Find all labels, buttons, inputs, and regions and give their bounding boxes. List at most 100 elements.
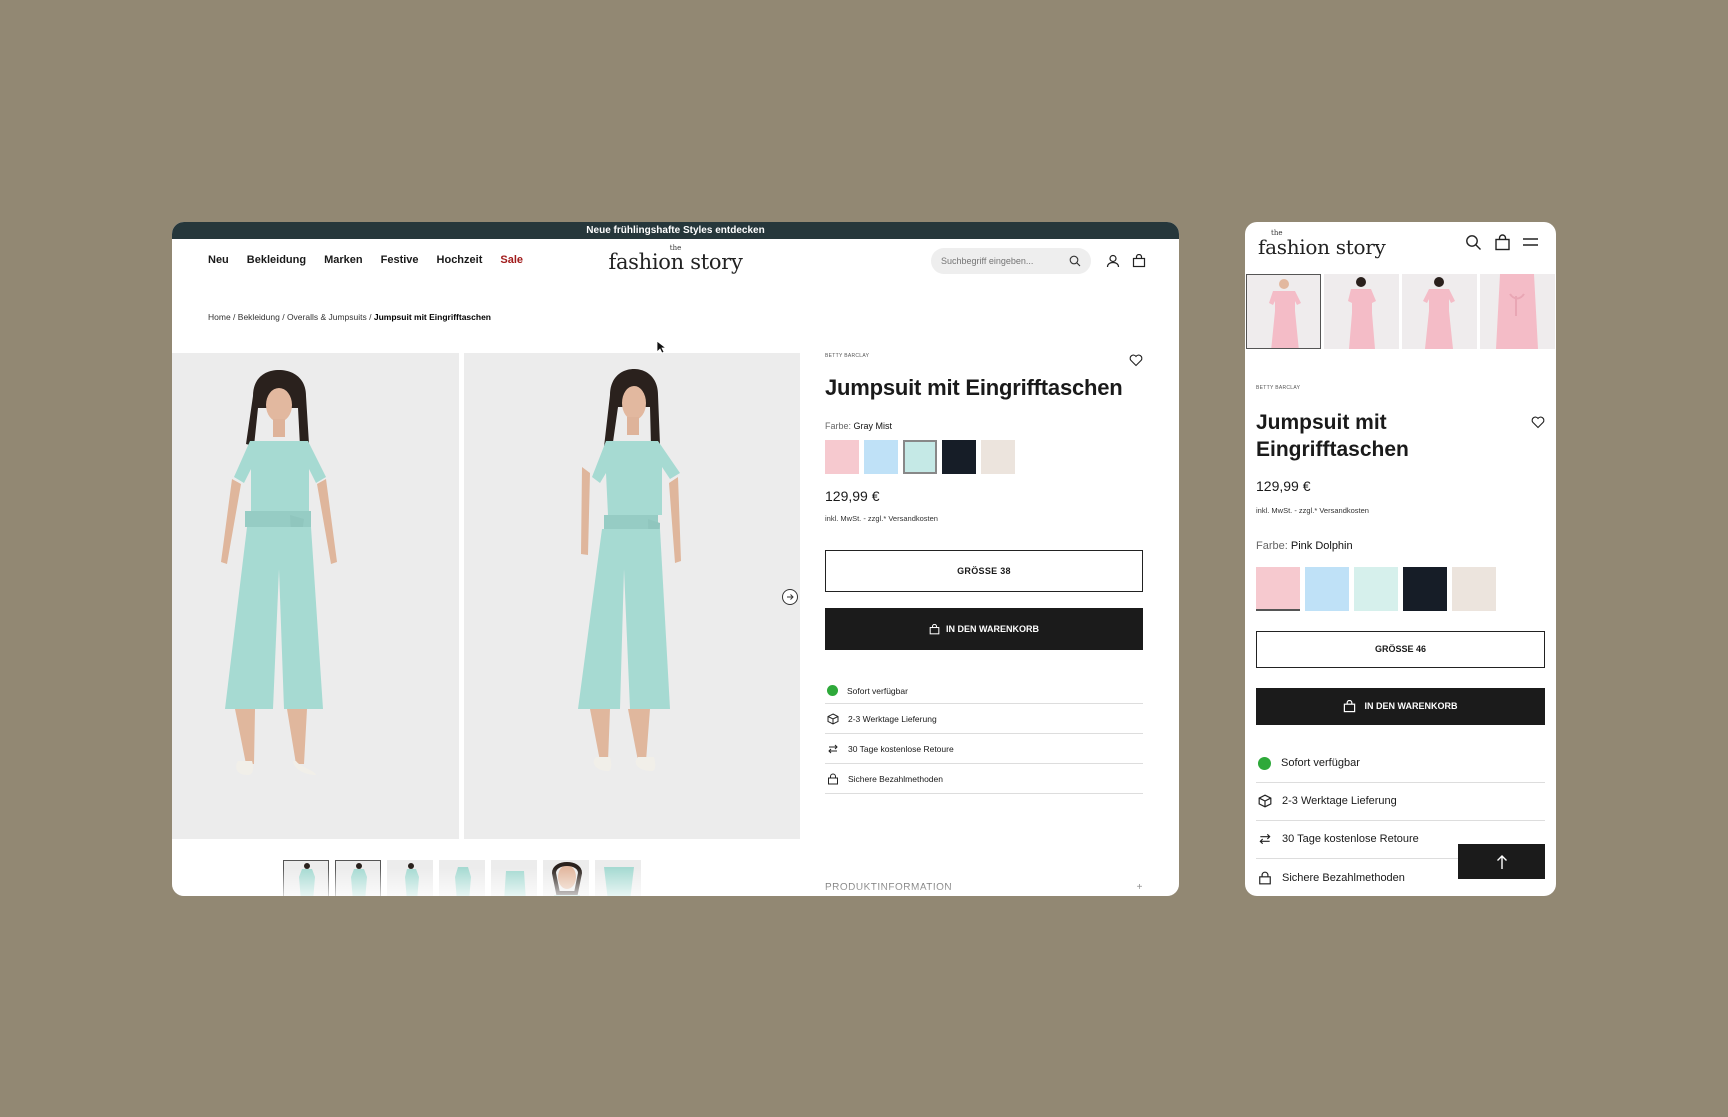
thumbnail[interactable]	[335, 860, 381, 896]
product-info-accordion[interactable]: PRODUKTINFORMATION +	[825, 882, 1143, 893]
feature-label: 30 Tage kostenlose Retoure	[848, 743, 954, 754]
product-image-front[interactable]	[172, 353, 459, 839]
desktop-window: Neue frühlingshafte Styles entdecken Neu…	[172, 222, 1179, 896]
swatch-beige[interactable]	[981, 440, 1015, 474]
nav-marken[interactable]: Marken	[324, 254, 363, 266]
available-dot-icon	[1258, 756, 1271, 770]
mouse-cursor-icon	[656, 340, 666, 354]
swatch-blue[interactable]	[864, 440, 898, 474]
thumbnail[interactable]	[543, 860, 589, 896]
thumbnail[interactable]	[439, 860, 485, 896]
feature-label: Sofort verfügbar	[847, 685, 908, 696]
feature-label: 2-3 Werktage Lieferung	[1282, 795, 1397, 808]
feature-label: Sichere Bezahlmethoden	[1282, 871, 1405, 884]
nav-neu[interactable]: Neu	[208, 254, 229, 266]
logo[interactable]: the fashion story	[1258, 230, 1386, 258]
swatch-navy[interactable]	[1403, 566, 1447, 611]
mobile-window: the fashion story BETTY BARCLAY Jumpsuit…	[1245, 222, 1556, 896]
add-to-cart-button[interactable]: IN DEN WARENKORB	[1256, 687, 1545, 725]
breadcrumb-home[interactable]: Home	[208, 312, 231, 322]
size-selector-button[interactable]: GRÖSSE 46	[1256, 630, 1545, 668]
gallery-next-button[interactable]	[782, 589, 798, 605]
mobile-header: the fashion story	[1245, 222, 1556, 274]
breadcrumb-overalls[interactable]: Overalls & Jumpsuits	[287, 312, 367, 322]
color-swatches	[825, 440, 1143, 474]
mobile-gallery	[1245, 274, 1556, 349]
nav-hochzeit[interactable]: Hochzeit	[437, 254, 483, 266]
feature-label: 30 Tage kostenlose Retoure	[1282, 833, 1419, 846]
menu-icon[interactable]	[1522, 234, 1539, 251]
feature-row: 2-3 Werktage Lieferung	[825, 704, 1143, 734]
feature-row: Sichere Bezahlmethoden	[825, 764, 1143, 794]
package-icon	[827, 712, 839, 725]
color-label-text: Farbe:	[825, 421, 852, 431]
logo[interactable]: the fashion story	[608, 245, 742, 273]
swatch-pink[interactable]	[825, 440, 859, 474]
gallery-image[interactable]	[1324, 274, 1399, 349]
search-box[interactable]	[931, 248, 1091, 274]
thumbnail[interactable]	[491, 860, 537, 896]
swatch-blue[interactable]	[1305, 566, 1349, 611]
color-value: Pink Dolphin	[1290, 539, 1353, 552]
wishlist-heart-icon[interactable]	[1129, 353, 1143, 367]
product-title: Jumpsuit mit Eingrifftaschen	[825, 375, 1123, 400]
mobile-product-info: BETTY BARCLAY Jumpsuit mit Eingrifftasch…	[1245, 385, 1556, 896]
feature-row: Sofort verfügbar	[1256, 745, 1545, 783]
cart-icon[interactable]	[1132, 254, 1146, 268]
price: 129,99 €	[1256, 477, 1311, 494]
header: Neu Bekleidung Marken Festive Hochzeit S…	[172, 239, 1179, 285]
lock-icon	[1259, 871, 1271, 885]
feature-row: 30 Tage kostenlose Retoure	[825, 734, 1143, 764]
nav-festive[interactable]: Festive	[381, 254, 419, 266]
thumbnail[interactable]	[387, 860, 433, 896]
color-swatches	[1256, 566, 1545, 611]
gallery-image[interactable]	[1246, 274, 1321, 349]
thumbnail[interactable]	[283, 860, 329, 896]
thumbnail-strip	[283, 860, 641, 896]
feature-list: Sofort verfügbar 2-3 Werktage Lieferung …	[825, 678, 1143, 794]
gallery-image[interactable]	[1480, 274, 1555, 349]
plus-icon: +	[1136, 882, 1143, 893]
tax-note[interactable]: inkl. MwSt. - zzgl.* Versandkosten	[1256, 506, 1545, 515]
swatch-pink-dolphin[interactable]	[1256, 566, 1300, 611]
logo-text: fashion story	[608, 250, 743, 274]
product-image-side[interactable]	[464, 353, 800, 839]
swatch-navy[interactable]	[942, 440, 976, 474]
package-icon	[1258, 794, 1272, 808]
promo-bar[interactable]: Neue frühlingshafte Styles entdecken	[172, 222, 1179, 239]
feature-label: Sichere Bezahlmethoden	[848, 773, 943, 784]
feature-label: Sofort verfügbar	[1281, 757, 1360, 770]
thumbnail[interactable]	[595, 860, 641, 896]
search-input[interactable]	[941, 256, 1061, 266]
swatch-beige[interactable]	[1452, 566, 1496, 611]
breadcrumb: Home / Bekleidung / Overalls & Jumpsuits…	[208, 312, 491, 322]
product-info: BETTY BARCLAY Jumpsuit mit Eingrifftasch…	[825, 353, 1143, 794]
nav-sale[interactable]: Sale	[500, 254, 523, 266]
lock-icon	[828, 773, 838, 784]
product-title: Jumpsuit mit Eingrifftaschen	[1256, 411, 1409, 462]
scroll-to-top-button[interactable]	[1458, 844, 1545, 879]
bag-icon	[929, 623, 940, 634]
bag-icon	[1344, 699, 1356, 712]
wishlist-heart-icon[interactable]	[1531, 415, 1545, 429]
color-label-text: Farbe:	[1256, 539, 1288, 552]
nav-bekleidung[interactable]: Bekleidung	[247, 254, 306, 266]
size-selector-button[interactable]: GRÖSSE 38	[825, 550, 1143, 592]
account-icon[interactable]	[1106, 254, 1120, 268]
search-icon[interactable]	[1465, 234, 1482, 251]
add-to-cart-button[interactable]: IN DEN WARENKORB	[825, 608, 1143, 650]
color-label: Farbe: Gray Mist	[825, 421, 1143, 431]
color-label: Farbe: Pink Dolphin	[1256, 540, 1545, 552]
swatch-mint[interactable]	[1354, 566, 1398, 611]
brand-label[interactable]: BETTY BARCLAY	[1256, 385, 1545, 391]
gallery-image[interactable]	[1402, 274, 1477, 349]
breadcrumb-bekleidung[interactable]: Bekleidung	[238, 312, 280, 322]
brand-label[interactable]: BETTY BARCLAY	[825, 353, 1143, 359]
tax-note[interactable]: inkl. MwSt. - zzgl.* Versandkosten	[825, 514, 1143, 523]
search-icon[interactable]	[1069, 255, 1081, 267]
breadcrumb-current: Jumpsuit mit Eingrifftaschen	[373, 312, 491, 322]
cart-icon[interactable]	[1494, 234, 1511, 251]
available-dot-icon	[827, 685, 838, 696]
swatch-gray-mist[interactable]	[903, 440, 937, 474]
product-info-label: PRODUKTINFORMATION	[825, 882, 953, 893]
